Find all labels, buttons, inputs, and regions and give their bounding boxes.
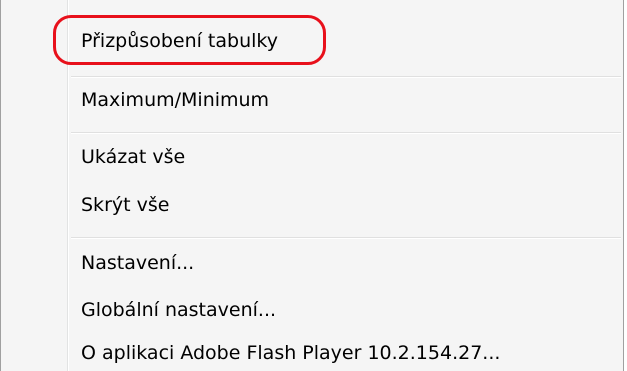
menu-item-customize-table[interactable]: Přizpůsobení tabulky [81, 29, 278, 53]
menu-item-global-settings[interactable]: Globální nastavení... [81, 298, 276, 322]
menu-item-show-all[interactable]: Ukázat vše [81, 145, 185, 169]
menu-item-settings[interactable]: Nastavení... [81, 251, 194, 275]
menu-separator [71, 76, 621, 78]
menu-item-about-flash-player[interactable]: O aplikaci Adobe Flash Player 10.2.154.2… [81, 341, 500, 365]
menu-separator [71, 132, 621, 134]
context-menu: Přizpůsobení tabulky Maximum/Minimum Uká… [0, 0, 624, 371]
menu-item-hide-all[interactable]: Skrýt vše [81, 193, 169, 217]
menu-separator [71, 237, 621, 239]
menu-item-maximum-minimum[interactable]: Maximum/Minimum [81, 88, 269, 112]
menu-icon-gutter-divider-light [68, 0, 69, 371]
